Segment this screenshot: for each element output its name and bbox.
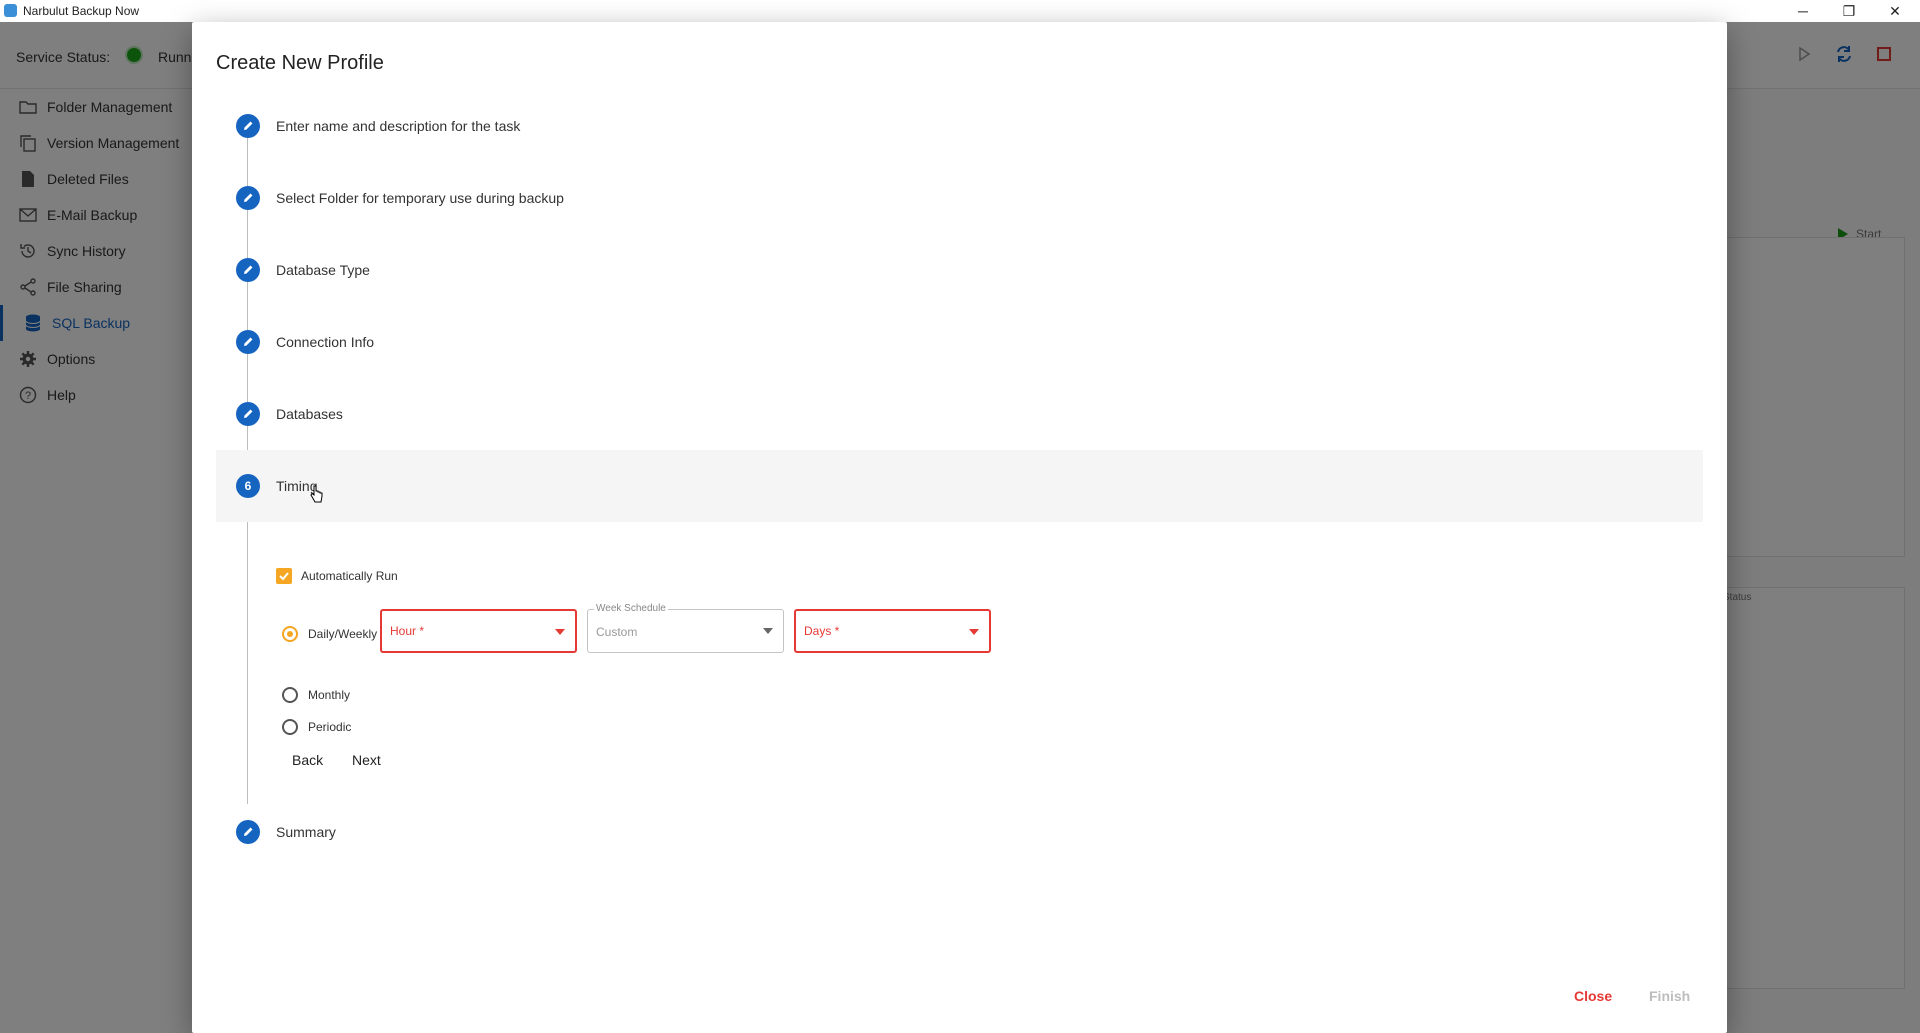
radio-selected-icon — [282, 626, 298, 642]
window-titlebar: Narbulut Backup Now ─ ❐ ✕ — [0, 0, 1920, 22]
auto-run-checkbox[interactable]: Automatically Run — [276, 568, 398, 584]
chevron-down-icon — [969, 629, 979, 635]
week-schedule-select[interactable]: Custom — [587, 609, 784, 653]
step-database-type[interactable]: Database Type — [216, 234, 1703, 306]
radio-monthly[interactable]: Monthly — [282, 687, 350, 703]
restore-button[interactable]: ❐ — [1826, 0, 1872, 22]
days-placeholder: Days * — [804, 624, 840, 638]
edit-icon — [236, 820, 260, 844]
radio-label: Periodic — [308, 720, 352, 734]
close-window-button[interactable]: ✕ — [1872, 0, 1918, 22]
step-label: Select Folder for temporary use during b… — [276, 190, 564, 206]
checkmark-icon — [276, 568, 292, 584]
app-logo-icon — [4, 4, 17, 17]
step-label: Enter name and description for the task — [276, 118, 521, 134]
next-button[interactable]: Next — [352, 752, 381, 768]
step-label: Databases — [276, 406, 343, 422]
radio-label: Monthly — [308, 688, 351, 702]
finish-button[interactable]: Finish — [1649, 988, 1690, 1004]
hand-cursor-icon — [310, 485, 323, 503]
radio-unselected-icon — [282, 719, 298, 735]
radio-periodic[interactable]: Periodic — [282, 719, 351, 735]
step-timing[interactable]: 6 Timing — [216, 450, 1703, 522]
back-button[interactable]: Back — [292, 752, 323, 768]
step-temp-folder[interactable]: Select Folder for temporary use during b… — [216, 162, 1703, 234]
hour-select[interactable]: Hour * — [380, 609, 577, 653]
edit-icon — [236, 186, 260, 210]
step-label: Connection Info — [276, 334, 375, 350]
edit-icon — [236, 258, 260, 282]
hour-placeholder: Hour * — [390, 624, 425, 638]
auto-run-label: Automatically Run — [301, 569, 398, 583]
radio-daily-weekly[interactable]: Daily/Weekly — [282, 626, 377, 642]
days-select[interactable]: Days * — [794, 609, 991, 653]
edit-icon — [236, 402, 260, 426]
step-task-name[interactable]: Enter name and description for the task — [216, 90, 1703, 162]
minimize-button[interactable]: ─ — [1780, 0, 1826, 22]
edit-icon — [236, 114, 260, 138]
radio-label: Daily/Weekly — [308, 627, 378, 641]
chevron-down-icon — [763, 628, 773, 634]
window-title: Narbulut Backup Now — [23, 4, 140, 18]
close-button[interactable]: Close — [1574, 988, 1612, 1004]
edit-icon — [236, 330, 260, 354]
step-summary[interactable]: Summary — [216, 796, 1703, 868]
step-databases[interactable]: Databases — [216, 378, 1703, 450]
week-schedule-label: Week Schedule — [594, 603, 668, 614]
step-connection-info[interactable]: Connection Info — [216, 306, 1703, 378]
step-label: Database Type — [276, 262, 370, 278]
chevron-down-icon — [555, 629, 565, 635]
step-number-badge: 6 — [236, 474, 260, 498]
create-profile-dialog: Create New Profile Enter name and descri… — [192, 22, 1727, 1033]
week-schedule-value: Custom — [596, 625, 638, 639]
dialog-title: Create New Profile — [216, 52, 384, 74]
step-label: Summary — [276, 824, 336, 840]
radio-unselected-icon — [282, 687, 298, 703]
